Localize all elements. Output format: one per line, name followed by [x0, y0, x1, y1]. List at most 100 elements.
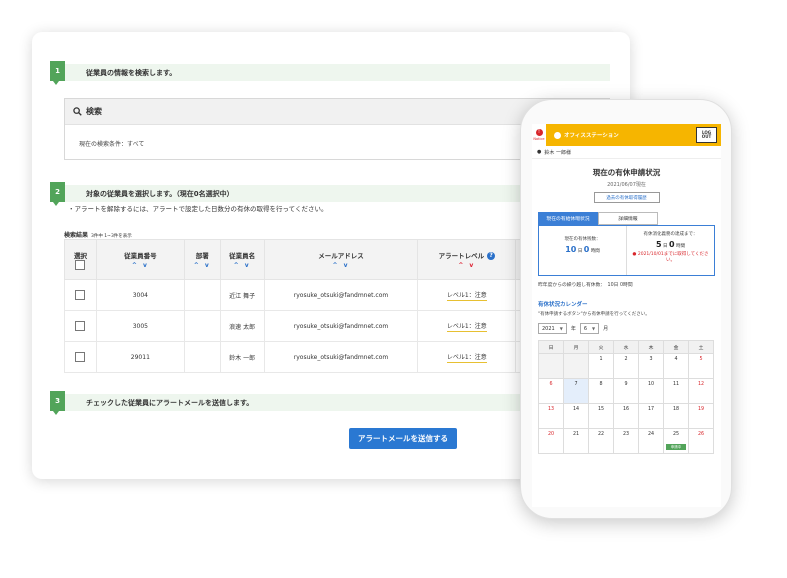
help-icon[interactable]: ?: [487, 252, 496, 260]
month-select[interactable]: 6 ▼: [579, 323, 600, 334]
row-checkbox[interactable]: [75, 321, 86, 331]
calendar-day[interactable]: 15: [588, 403, 614, 429]
step-2-text: 対象の従業員を選択します。（現在0名選択中）: [86, 189, 234, 198]
select-all-checkbox[interactable]: [75, 259, 86, 270]
step-2-number: 2: [50, 182, 65, 206]
calendar-day: [563, 353, 589, 379]
cell-email: ryosuke_otsuki@fandmnet.com: [263, 310, 419, 342]
notice-badge[interactable]: ! Notice: [532, 124, 546, 146]
cell-dept: [183, 310, 221, 342]
calendar-day[interactable]: 2: [613, 353, 639, 379]
phone-frame: ! Notice オフィスステーション LOG OUT ● 鈴木 一郎様 現在の…: [520, 99, 732, 519]
sort-name-icon[interactable]: ^ v: [221, 262, 264, 269]
calendar-day[interactable]: 23: [613, 428, 639, 454]
year-unit: 年: [570, 326, 576, 332]
history-button[interactable]: 過去の有休取得履歴: [593, 192, 660, 203]
calendar-day[interactable]: 21: [563, 428, 589, 454]
step-3-text: チェックした従業員にアラートメールを送信します。: [86, 398, 254, 407]
calendar-day[interactable]: 9: [613, 378, 639, 404]
cell-dept: [183, 279, 221, 311]
cell-emp-no: 29011: [95, 341, 185, 373]
logout-button[interactable]: LOG OUT: [696, 127, 717, 143]
row-checkbox[interactable]: [75, 352, 86, 362]
results-label: 検索結果 3件中 1~3件を表示: [64, 230, 132, 239]
sort-alert-icon[interactable]: ^ v: [418, 262, 515, 269]
send-alert-button[interactable]: アラートメールを送信する: [349, 428, 457, 449]
calendar-day[interactable]: 8: [588, 378, 614, 404]
weekday-thu: 木: [638, 340, 664, 354]
calendar-day[interactable]: 12: [688, 378, 714, 404]
year-select[interactable]: 2021 ▼: [538, 323, 567, 334]
sort-email-icon[interactable]: ^ v: [265, 262, 418, 269]
col-dept[interactable]: 部署 ^ v: [183, 239, 221, 280]
stage: 1 従業員の情報を検索します。 検索 現在の検索条件：すべて 2 対象の従業員を…: [0, 0, 787, 578]
col-name[interactable]: 従業員名 ^ v: [219, 239, 265, 280]
calendar-week: 20 21 22 23 24 25 申請中 26: [538, 428, 714, 454]
calendar-day[interactable]: 24: [638, 428, 664, 454]
col-select: 選択: [64, 239, 97, 280]
alert-level: レベル1：注意: [446, 353, 487, 363]
calendar-day-applied[interactable]: 25 申請中: [663, 428, 689, 454]
notice-count: !: [535, 129, 543, 136]
weekday-sun: 日: [538, 340, 564, 354]
col-email[interactable]: メールアドレス ^ v: [263, 239, 419, 280]
cell-emp-no: 3005: [95, 310, 185, 342]
weekday-fri: 金: [663, 340, 689, 354]
balance-label: 現在の有休残数：: [564, 237, 601, 242]
calendar-day[interactable]: 14: [563, 403, 589, 429]
calendar-day[interactable]: 11: [663, 378, 689, 404]
weekday-wed: 水: [613, 340, 639, 354]
search-title: 検索: [86, 107, 102, 116]
calendar-day[interactable]: 16: [613, 403, 639, 429]
required-value: 5 日 0 時間: [656, 240, 685, 249]
user-row: ● 鈴木 一郎様: [532, 146, 721, 159]
chevron-down-icon: ▼: [592, 326, 596, 331]
calendar-week: 6 7 8 9 10 11 12: [538, 378, 714, 404]
calendar-week: 1 2 3 4 5: [538, 353, 714, 379]
calendar-day[interactable]: 5: [688, 353, 714, 379]
user-name: 鈴木 一郎様: [544, 149, 571, 156]
calendar-day[interactable]: 19: [688, 403, 714, 429]
calendar-day[interactable]: 1: [588, 353, 614, 379]
chevron-down-icon: ▼: [559, 326, 563, 331]
calendar-day[interactable]: 18: [663, 403, 689, 429]
cell-name: 浪速 太郎: [219, 310, 265, 342]
required-label: 有休消化義務の達成まで：: [643, 232, 698, 237]
phone-date: 2021/06/07現在: [607, 182, 646, 188]
calendar-day[interactable]: 10: [638, 378, 664, 404]
calendar-day[interactable]: 4: [663, 353, 689, 379]
search-icon: [73, 107, 82, 116]
cell-dept: [183, 341, 221, 373]
calendar-day[interactable]: 3: [638, 353, 664, 379]
calendar-day[interactable]: 26: [688, 428, 714, 454]
phone-tabs: 現在の有給休暇状況 詳細情報: [538, 212, 721, 225]
cell-email: ryosuke_otsuki@fandmnet.com: [263, 341, 419, 373]
cell-name: 鈴木 一郎: [219, 341, 265, 373]
leave-calendar: 日 月 火 水 木 金 土 1 2 3 4 5 6 7 8 9 10 11 12…: [538, 340, 714, 454]
calendar-day[interactable]: 6: [538, 378, 564, 404]
col-emp-no[interactable]: 従業員番号 ^ v: [95, 239, 185, 280]
alert-note: ・アラートを解除するには、アラートで設定した日数分の有休の取得を行ってください。: [68, 205, 328, 213]
balance-box: 現在の有休残数： 10 日 0 時間: [539, 226, 627, 275]
tab-current-status[interactable]: 現在の有給休暇状況: [538, 212, 598, 225]
calendar-day[interactable]: 22: [588, 428, 614, 454]
calendar-week: 13 14 15 16 17 18 19: [538, 403, 714, 429]
calendar-day[interactable]: 13: [538, 403, 564, 429]
leave-summary-card: 現在の有休残数： 10 日 0 時間 有休消化義務の達成まで： 5 日 0 時間: [538, 225, 715, 276]
calendar-day: [538, 353, 564, 379]
month-unit: 月: [603, 326, 609, 332]
calendar-day[interactable]: 20: [538, 428, 564, 454]
step-1-number: 1: [50, 61, 65, 85]
alert-level: レベル1：注意: [446, 322, 487, 332]
calendar-selectors: 2021 ▼ 年 6 ▼ 月: [538, 323, 721, 334]
calendar-day[interactable]: 17: [638, 403, 664, 429]
sort-dept-icon[interactable]: ^ v: [185, 262, 220, 269]
cell-alert: レベル1：注意: [417, 279, 517, 311]
row-checkbox[interactable]: [75, 290, 86, 300]
tab-details[interactable]: 詳細情報: [598, 212, 658, 225]
cell-email: ryosuke_otsuki@fandmnet.com: [263, 279, 419, 311]
phone-screen: ! Notice オフィスステーション LOG OUT ● 鈴木 一郎様 現在の…: [532, 124, 721, 507]
col-alert[interactable]: アラートレベル? ^ v: [417, 239, 517, 280]
sort-emp-no-icon[interactable]: ^ v: [97, 262, 184, 269]
calendar-day-today[interactable]: 7: [563, 378, 589, 404]
